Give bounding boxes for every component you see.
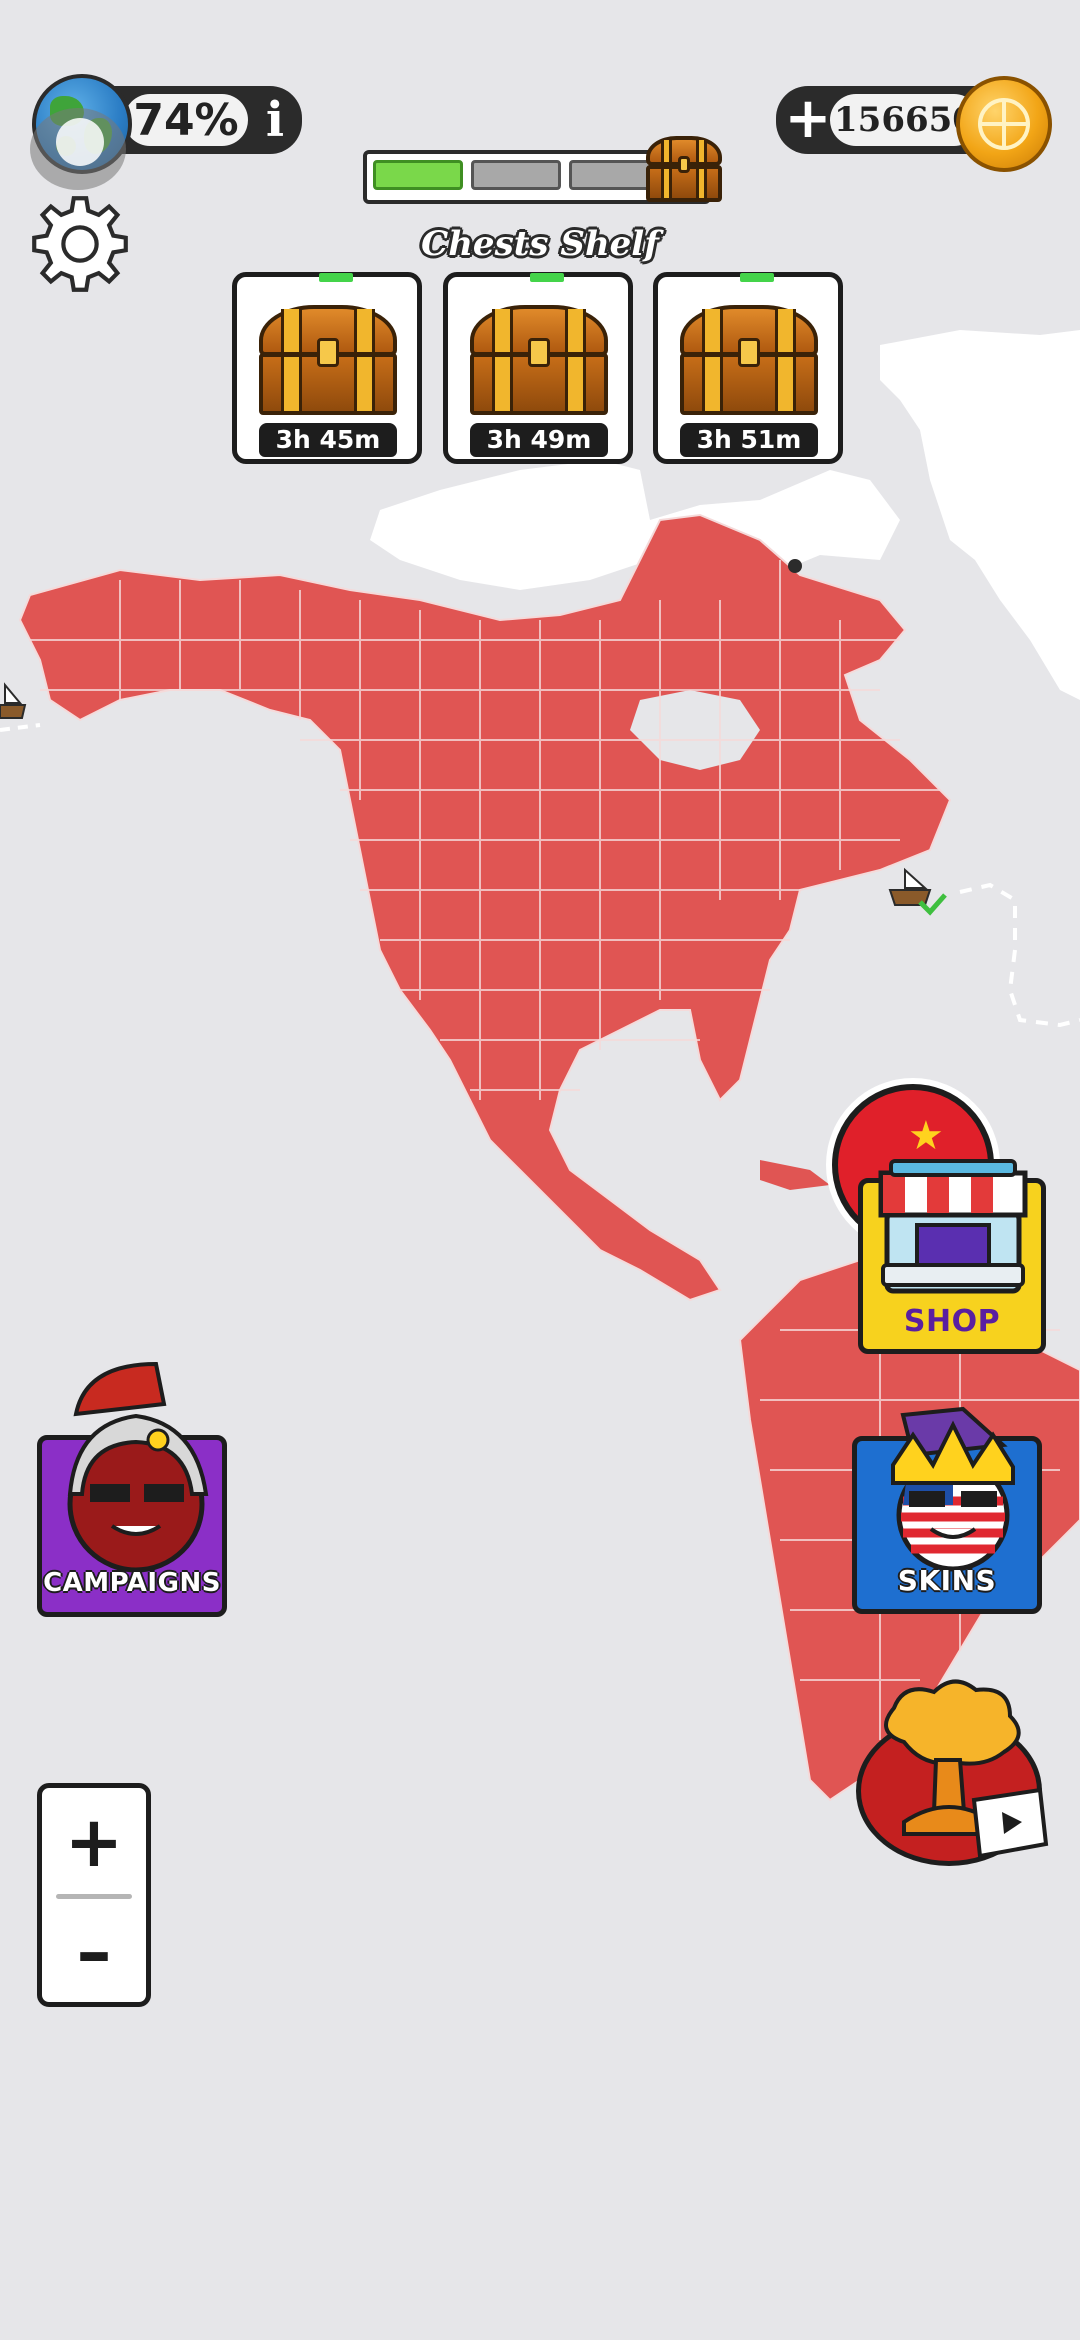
shop-label: SHOP (903, 1304, 1001, 1339)
chest-icon (470, 305, 608, 415)
coin-globe-icon[interactable] (956, 76, 1052, 172)
zoom-divider (56, 1894, 132, 1899)
usa-ball-skin-icon (891, 1406, 1015, 1572)
skins-button[interactable]: SKINS (852, 1406, 1042, 1614)
chest-slot-2[interactable]: 3h 49m (443, 272, 633, 464)
world-percent: 74% (124, 94, 248, 146)
touch-indicator-dot (56, 118, 104, 166)
skins-label: SKINS (897, 1564, 997, 1597)
ship-icon[interactable] (888, 867, 947, 916)
chest-timer: 3h 51m (680, 423, 818, 457)
greenland-region[interactable] (880, 330, 1080, 700)
progress-segment-1 (373, 160, 463, 190)
zoom-controls: + – (37, 1783, 151, 2007)
chests-shelf-title: Chests Shelf (421, 224, 659, 264)
enemy-marker-icon[interactable] (788, 559, 802, 573)
gear-icon[interactable] (28, 192, 132, 296)
chest-icon (680, 305, 818, 415)
chest-timer: 3h 45m (259, 423, 397, 457)
nuke-ad-button[interactable] (856, 1672, 1056, 1872)
caribbean-islands[interactable] (760, 1160, 830, 1190)
shop-stall-icon (878, 1159, 1028, 1294)
chest-slot-indicator (530, 273, 564, 282)
campaigns-label: CAMPAIGNS (43, 1568, 221, 1598)
plus-icon[interactable]: + (782, 86, 834, 154)
ship-icon[interactable] (0, 682, 27, 719)
chest-slot-indicator (740, 273, 774, 282)
info-icon[interactable]: i (252, 86, 298, 154)
zoom-out-button[interactable]: – (42, 1902, 146, 2002)
chest-timer: 3h 49m (470, 423, 608, 457)
chest-slot-indicator (319, 273, 353, 282)
video-icon (971, 1787, 1049, 1859)
progress-segment-2 (471, 160, 561, 190)
star-icon: ★ (908, 1113, 944, 1159)
reward-chest-icon[interactable] (646, 136, 722, 202)
roman-helmet-ball-icon (67, 1361, 209, 1573)
chest-icon (259, 305, 397, 415)
shop-button[interactable]: SHOP (858, 1159, 1046, 1354)
chest-slot-1[interactable]: 3h 45m (232, 272, 422, 464)
zoom-in-button[interactable]: + (42, 1792, 146, 1892)
campaigns-button[interactable]: CAMPAIGNS (37, 1361, 227, 1617)
chest-slot-3[interactable]: 3h 51m (653, 272, 843, 464)
